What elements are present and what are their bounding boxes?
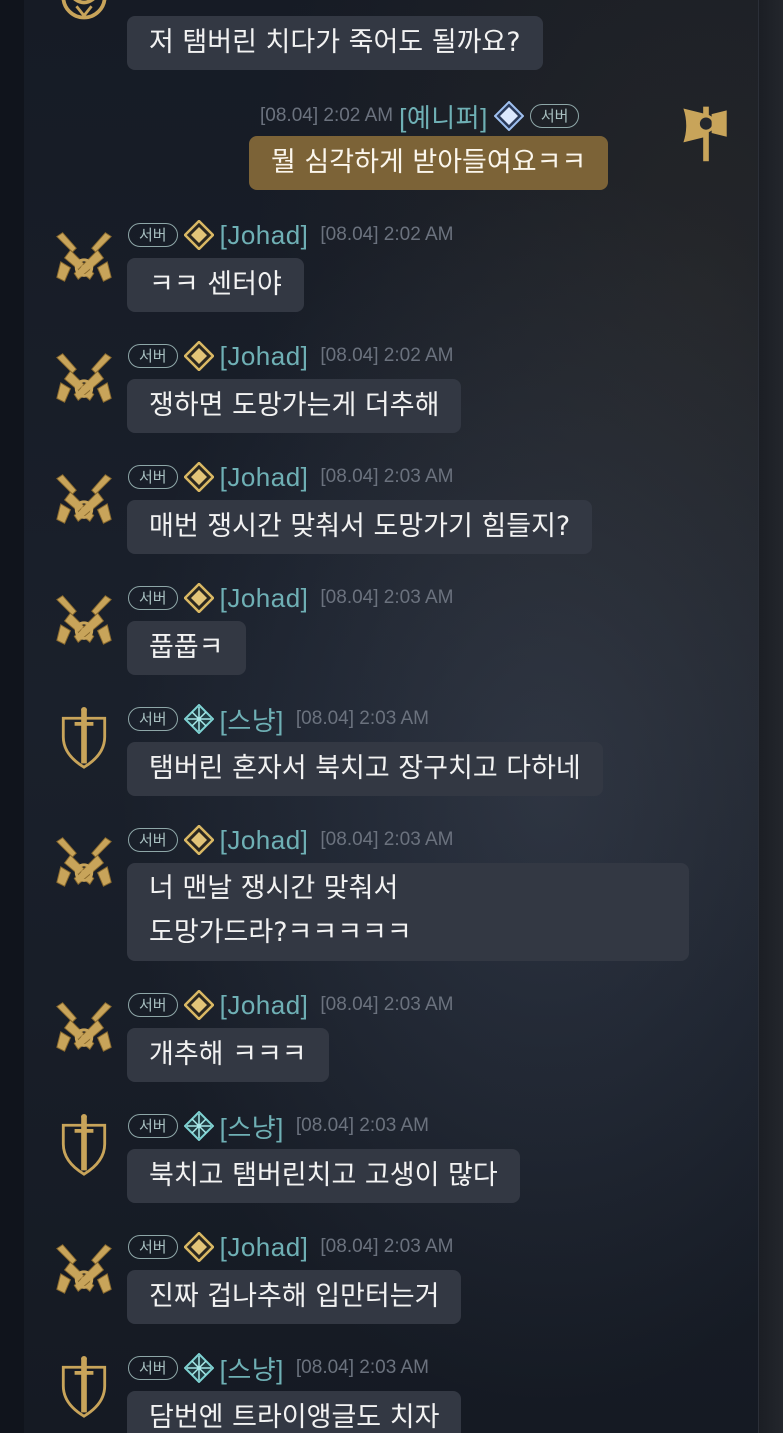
crossed-pistols-icon [50,343,118,411]
server-badge: 서버 [128,465,178,489]
sender-name[interactable]: [Johad] [220,341,309,372]
axe-emblem-icon [672,99,740,167]
rank-gold-icon [183,220,214,250]
message-header: [08.04] 2:02 AM [예니퍼] 서버 [260,98,580,135]
timestamp: [08.04] 2:03 AM [295,1357,429,1378]
timestamp: [08.04] 2:03 AM [320,587,454,608]
message-header: 서버 [스냥] [08.04] 2:03 AM [128,1351,429,1385]
sword-shield-icon [50,1353,118,1421]
timestamp: [08.04] 2:03 AM [320,466,454,487]
server-badge: 서버 [128,344,178,368]
dragon-emblem-icon [50,0,118,44]
crossed-pistols-icon [50,222,118,290]
rank-gold-icon [183,990,214,1020]
rank-teal-icon [183,704,214,734]
message-header: 서버 [Johad] [08.04] 2:02 AM [128,339,454,373]
chat-panel: 저 탬버린 치다가 죽어도 될까요? [08.04] 2:02 AM [예니퍼]… [0,0,783,1433]
scrollbar-track[interactable] [758,0,783,1433]
message-bubble: 너 맨날 쟁시간 맞춰서 도망가드라?ㅋㅋㅋㅋㅋ [127,863,689,961]
sender-name[interactable]: [스냥] [220,1108,284,1145]
sender-name[interactable]: [스냥] [220,1350,284,1387]
server-badge: 서버 [128,993,178,1017]
message-header: 서버 [스냥] [08.04] 2:03 AM [128,1109,429,1143]
message-bubble: ㅋㅋ 센터야 [127,258,304,312]
message-bubble: 탬버린 혼자서 북치고 장구치고 다하네 [127,742,603,796]
server-badge: 서버 [128,707,178,731]
message-header: 서버 [Johad] [08.04] 2:03 AM [128,1230,454,1264]
server-badge: 서버 [128,1114,178,1138]
rank-gold-icon [183,462,214,492]
message-bubble: 담번엔 트라이앵글도 치자 [127,1391,462,1433]
rank-teal-icon [183,1111,214,1141]
left-rail [0,0,24,1433]
sender-name[interactable]: [Johad] [220,990,309,1021]
crossed-pistols-icon [50,464,118,532]
timestamp: [08.04] 2:03 AM [320,1236,454,1257]
timestamp: [08.04] 2:03 AM [320,829,454,850]
sender-name[interactable]: [스냥] [220,701,284,738]
crossed-pistols-icon [50,1234,118,1302]
crossed-pistols-icon [50,992,118,1060]
sender-name[interactable]: [Johad] [220,462,309,493]
message-line: 도망가드라?ㅋㅋㅋㅋㅋ [149,917,412,948]
server-badge: 서버 [128,828,178,852]
message-bubble: 북치고 탬버린치고 고생이 많다 [127,1149,520,1203]
message-header: 서버 [Johad] [08.04] 2:03 AM [128,581,454,615]
timestamp: [08.04] 2:02 AM [320,224,454,245]
message-header: 서버 [스냥] [08.04] 2:03 AM [128,702,429,736]
sender-name[interactable]: [예니퍼] [399,98,488,135]
server-badge: 서버 [128,1235,178,1259]
rank-teal-icon [183,1353,214,1383]
message-bubble: 매번 쟁시간 맞춰서 도망가기 힘들지? [127,500,593,554]
timestamp: [08.04] 2:03 AM [295,1115,429,1136]
message-bubble: 뭘 심각하게 받아들여요ㅋㅋ [249,136,609,190]
rank-gold-icon [183,1232,214,1262]
sword-shield-icon [50,1111,118,1179]
server-badge: 서버 [128,1356,178,1380]
sender-name[interactable]: [Johad] [220,583,309,614]
message-header: 서버 [Johad] [08.04] 2:03 AM [128,988,454,1022]
message-bubble: 풉풉ㅋ [127,621,246,675]
message-bubble: 진짜 겁나추해 입만터는거 [127,1270,462,1324]
message-header: 서버 [Johad] [08.04] 2:03 AM [128,460,454,494]
message-bubble: 쟁하면 도망가는게 더추해 [127,379,462,433]
rank-gold-icon [183,341,214,371]
timestamp: [08.04] 2:02 AM [260,105,394,126]
crossed-pistols-icon [50,827,118,895]
server-badge: 서버 [128,223,178,247]
rank-blue-icon [493,101,524,131]
message-bubble: 저 탬버린 치다가 죽어도 될까요? [127,16,543,70]
rank-gold-icon [183,825,214,855]
server-badge: 서버 [128,586,178,610]
timestamp: [08.04] 2:03 AM [295,708,429,729]
rank-gold-icon [183,583,214,613]
sender-name[interactable]: [Johad] [220,1232,309,1263]
message-line: 너 맨날 쟁시간 맞춰서 [149,873,399,904]
timestamp: [08.04] 2:02 AM [320,345,454,366]
message-bubble: 개추해 ㅋㅋㅋ [127,1028,329,1082]
timestamp: [08.04] 2:03 AM [320,994,454,1015]
server-badge: 서버 [529,104,580,128]
sender-name[interactable]: [Johad] [220,220,309,251]
message-header: 서버 [Johad] [08.04] 2:02 AM [128,218,454,252]
sword-shield-icon [50,704,118,772]
message-header: 서버 [Johad] [08.04] 2:03 AM [128,823,454,857]
sender-name[interactable]: [Johad] [220,825,309,856]
crossed-pistols-icon [50,585,118,653]
